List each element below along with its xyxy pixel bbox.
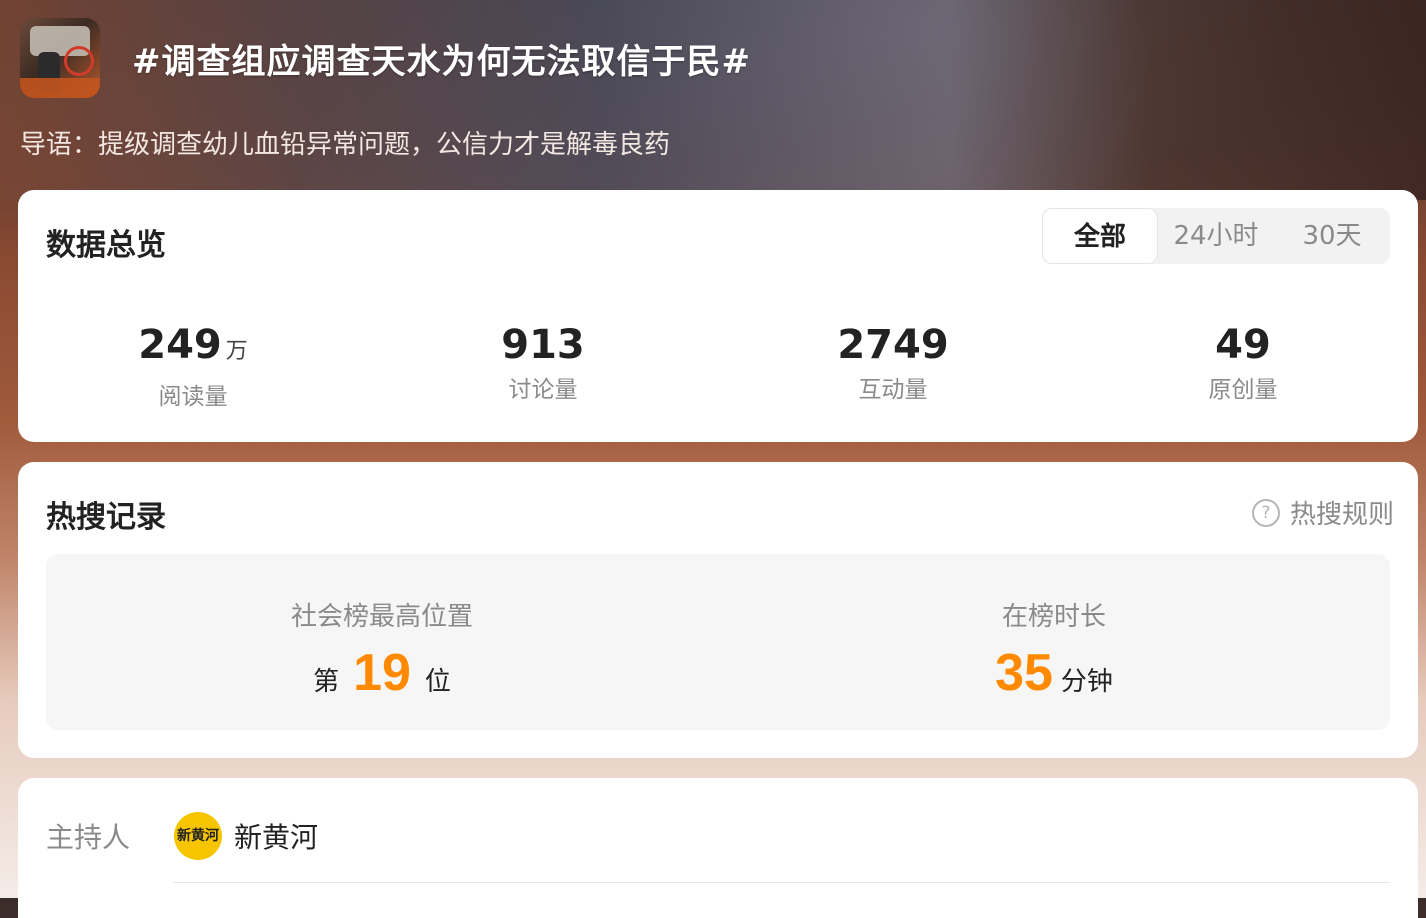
topic-header: #调查组应调查天水为何无法取信于民#: [20, 18, 751, 98]
duration-block: 在榜时长 35 分钟: [718, 554, 1390, 730]
stat-discussions: 913 讨论量: [368, 322, 718, 411]
hot-search-rules-label: 热搜规则: [1289, 500, 1394, 530]
duration-unit: 分钟: [1060, 667, 1113, 697]
stat-reads-label: 阅读量: [158, 384, 228, 410]
hot-search-rules-link[interactable]: ? 热搜规则: [1251, 494, 1394, 531]
rank-prefix: 第: [313, 667, 340, 697]
overview-card: 数据总览 全部 24小时 30天 249 万 阅读量 913 讨论量 2749 互…: [18, 190, 1418, 442]
stat-discussions-label: 讨论量: [508, 377, 578, 403]
hot-search-card: 热搜记录 ? 热搜规则 社会榜最高位置 第 19 位 在榜时长 35 分钟: [18, 462, 1418, 758]
duration-label: 在榜时长: [1001, 602, 1106, 632]
duration-value: 35: [995, 644, 1053, 702]
stat-interactions: 2749 互动量: [718, 322, 1068, 411]
stat-original: 49 原创量: [1068, 322, 1418, 411]
rank-suffix: 位: [424, 667, 451, 697]
stat-interactions-value: 2749: [837, 322, 949, 368]
stat-interactions-label: 互动量: [858, 377, 928, 403]
question-icon: ?: [1251, 498, 1280, 527]
stat-discussions-value: 913: [501, 322, 585, 368]
overview-stats: 249 万 阅读量 913 讨论量 2749 互动量 49 原创量: [18, 322, 1418, 411]
topic-thumbnail[interactable]: [20, 18, 100, 98]
overview-title: 数据总览: [46, 228, 166, 263]
host-card: 主持人 新黄河 新黄河: [18, 778, 1418, 918]
divider: [173, 882, 1390, 883]
tab-all[interactable]: 全部: [1042, 208, 1158, 264]
stat-original-value: 49: [1215, 322, 1271, 368]
rank-label: 社会榜最高位置: [290, 602, 473, 632]
hot-search-title: 热搜记录: [46, 500, 166, 535]
topic-lead: 导语：提级调查幼儿血铅异常问题，公信力才是解毒良药: [20, 130, 671, 160]
stat-reads-unit: 万: [225, 339, 248, 364]
rank-value: 19: [353, 644, 411, 702]
host-label: 主持人: [46, 821, 131, 854]
time-range-tabs: 全部 24小时 30天: [1042, 208, 1390, 264]
hot-search-summary: 社会榜最高位置 第 19 位 在榜时长 35 分钟: [46, 554, 1390, 730]
rank-block: 社会榜最高位置 第 19 位: [46, 554, 718, 730]
host-row: 主持人 新黄河 新黄河: [46, 812, 318, 860]
host-avatar[interactable]: 新黄河: [174, 812, 222, 860]
stat-original-label: 原创量: [1208, 377, 1278, 403]
host-name[interactable]: 新黄河: [234, 816, 318, 856]
tab-30d[interactable]: 30天: [1274, 208, 1390, 264]
tab-24h[interactable]: 24小时: [1158, 208, 1274, 264]
stat-reads-value: 249: [138, 322, 222, 368]
topic-title: #调查组应调查天水为何无法取信于民#: [132, 41, 751, 82]
host-avatar-logo: 新黄河: [177, 828, 219, 844]
stat-reads: 249 万 阅读量: [18, 322, 368, 411]
